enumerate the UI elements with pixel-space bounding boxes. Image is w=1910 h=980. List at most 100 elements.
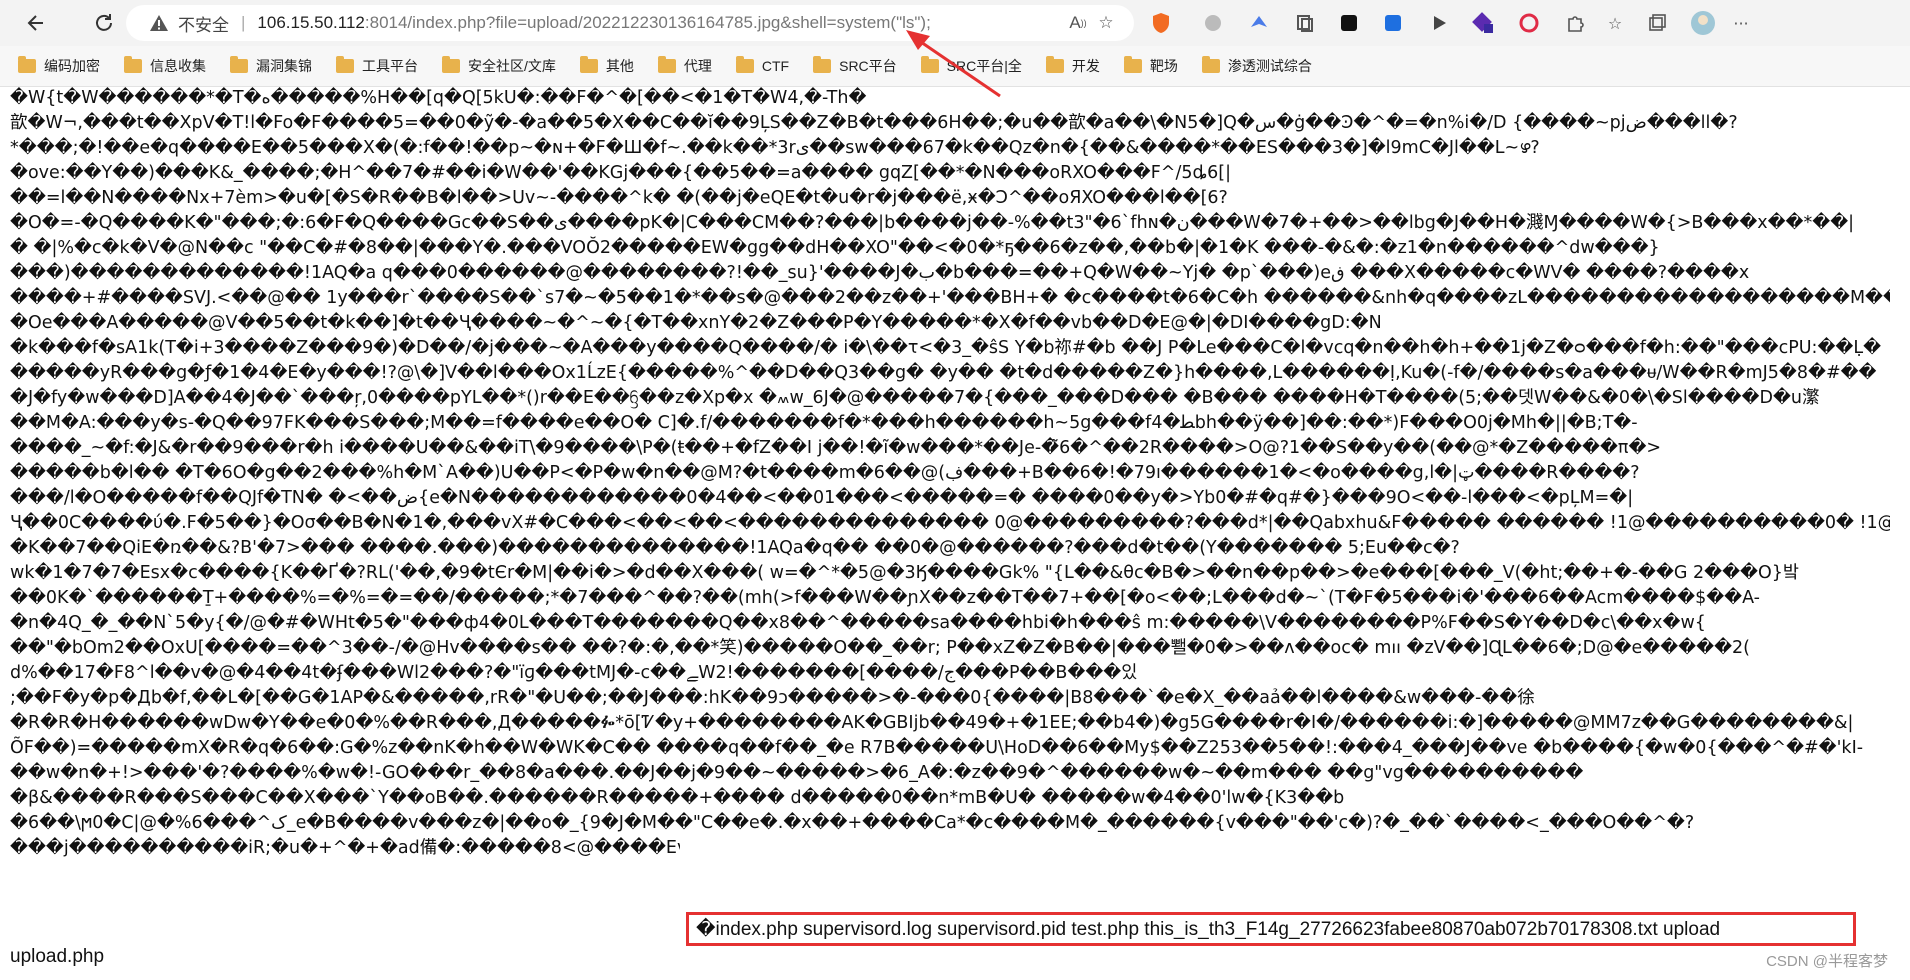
extension-gray-icon[interactable] (1198, 8, 1228, 38)
bookmark-label: 漏洞集锦 (256, 58, 312, 74)
output-line: �6��\ϻ0�C|@�%6���^ک_e�B����v���z�|��o�_{… (10, 813, 1695, 833)
output-line: �W{t�W������*�T�ه�����%H��[q�Q[5kU�:��F�… (10, 88, 867, 108)
bookmark-folder[interactable]: 靶场 (1123, 56, 1178, 76)
bookmark-label: 开发 (1071, 58, 1100, 74)
output-line: *���;�!��e�q����E��5���X�(�:ꬵ��!��p~�ɴ+�… (10, 138, 1540, 158)
address-bar[interactable]: 不安全 | 106.15.50.112:8014/index.php?file=… (126, 5, 1134, 41)
output-line: �O�=-�Q����K�"���;�:6�F�Q����Gc��S��ی���… (10, 213, 1855, 233)
read-aloud-icon[interactable]: A)) (1064, 9, 1092, 37)
black-extension-icon[interactable] (1334, 8, 1364, 38)
output-line: �ove:��Y��)���K&_����;�H^��7�#��i�W��'��… (10, 163, 1231, 183)
bookmark-label: 其他 (605, 58, 634, 74)
bookmark-label: 编码加密 (44, 58, 100, 74)
bookmark-label: SRC平台|全 (946, 58, 1022, 74)
brave-shield-icon[interactable] (1146, 8, 1176, 38)
folder-icon (1045, 56, 1064, 73)
output-line: ��0K�`������Ṯ+����%=�%=�=��/�����;*�7���… (10, 588, 1760, 608)
warning-icon (148, 12, 170, 34)
bookmark-folder[interactable]: CTF (735, 56, 790, 74)
folder-icon (1123, 56, 1142, 73)
ls-output-wrap: upload.php (10, 946, 105, 967)
output-line: ��=l��N����Nx+7èm>�u�[�S�R��B�l��>Uv~-��… (10, 188, 1228, 208)
output-line: ��w�n�+!>���'�?����%�w�!-GO���r_��8�a���… (10, 763, 1584, 783)
folder-icon (920, 56, 939, 73)
output-line: ����+#����SVJ.<��@�� 1y���r`����S��`s7�~… (10, 288, 1890, 308)
watermark: CSDN @半程客梦 (1766, 953, 1888, 970)
output-line: ÕF��)=�����mX�R�q�6��:G�%z��nK�h��W�WK�C… (10, 738, 1864, 758)
address-separator: | (241, 13, 246, 32)
output-line: ���)�������������!1AQ�a q���0������@����… (10, 263, 1750, 283)
output-line: �Oe���A�����@V��5��t�k��]�t��Ҷ����~�^~�{… (10, 313, 1382, 333)
bookmark-folder[interactable]: 代理 (657, 56, 712, 76)
bookmark-folder[interactable]: 工具平台 (336, 56, 418, 76)
output-line: �����yR���g�ƒ�1�4�E�y���!?@\�]V��l���Ox1… (10, 363, 1877, 383)
favorites-icon[interactable]: ☆ (1600, 8, 1630, 38)
bookmark-label: 工具平台 (362, 58, 418, 74)
play-extension-icon[interactable] (1424, 8, 1454, 38)
folder-icon (657, 56, 676, 73)
bookmark-folder[interactable]: 其他 (579, 56, 634, 76)
bookmark-label: 靶场 (1149, 58, 1178, 74)
output-line: 歆�W¬,���t��XpV�T!l�Fo�F����5=��0�ỹ�-�a��… (10, 113, 1738, 133)
output-line: �n�4Q_�_��N`5�y{�/@�#�WHt�5�"���ф4�0L���… (10, 613, 1706, 633)
bookmark-folder[interactable]: 漏洞集锦 (230, 56, 312, 76)
bird-extension-icon[interactable] (1244, 8, 1274, 38)
output-line: ;��F�y�p�Дb�f,��L�[��G�1AP�&�����,rR�"�U… (10, 688, 1535, 708)
reload-button[interactable] (84, 3, 124, 43)
back-arrow-icon (27, 15, 43, 31)
bookmark-label: SRC平台 (839, 58, 897, 74)
copy-extension-icon[interactable] (1290, 8, 1320, 38)
bookmark-label: CTF (761, 58, 790, 74)
output-line: �R�R�H������wDw�Y��e�0�%��R���,Д�����ᎊ*ō… (10, 713, 1854, 733)
profile-avatar-icon[interactable] (1688, 8, 1718, 38)
folder-icon (124, 56, 142, 73)
output-line: wk�1�7�7�Esx�c����{K��Ґ�?RL('��,�9�tЄr�M… (10, 563, 1800, 583)
folder-icon (735, 56, 754, 73)
bookmark-label: 渗透测试综合 (1227, 58, 1312, 74)
output-line: �β&����R���S���C��X���`Y��oB��.������R��… (10, 788, 1345, 808)
output-line: ����_~�f:�J&�r��9���r�h i����U��&��iT\�9… (10, 438, 1662, 458)
folder-icon (336, 56, 354, 73)
reload-icon (96, 14, 112, 31)
output-line: �k���f�sA1k(T�i+3����Z���9�)�D��/�j���~�… (10, 338, 1882, 358)
url-host: 106.15.50.112 (257, 13, 365, 32)
url-text: 106.15.50.112:8014/index.php?file=upload… (257, 13, 930, 33)
bookmark-folder[interactable]: 开发 (1045, 56, 1100, 76)
output-line: ���/l�O�����f��QJf�TN� �<��ض{e�N��������… (10, 488, 1634, 508)
add-favorite-icon[interactable]: ☆ (1092, 9, 1120, 37)
blue-extension-icon[interactable] (1378, 8, 1408, 38)
output-line: Ҷ��0C����ύ�.F�5��}�Oσ��B�N�1�,���vX#�C��… (10, 513, 1890, 533)
bookmarks-bar: 编码加密 信息收集 漏洞集锦 工具平台 安全社区/文库 其他 代理 CTF SR… (0, 46, 1910, 87)
ls-output: �index.php supervisord.log supervisord.p… (696, 919, 1721, 940)
folder-icon (1201, 56, 1220, 73)
bookmark-folder[interactable]: 渗透测试综合 (1201, 56, 1312, 76)
page-output: �W{t�W������*�T�ه�����%H��[q�Q[5kU�:��F�… (10, 86, 1890, 980)
output-line: ��M�A:���y�s-�Q��97FK���S���;M��=f����e�… (10, 413, 1638, 433)
folder-icon (18, 56, 36, 73)
output-line: ��"�bOm2��OxU[����=��^3��-/�@Hv����s�� �… (10, 638, 1750, 658)
output-line: � �|%�c�k�V�@N��c "��C�#�8��|���Y�.���VO… (10, 238, 1660, 258)
folder-icon (230, 56, 248, 73)
bookmark-folder[interactable]: 编码加密 (18, 56, 100, 76)
puzzle-extensions-icon[interactable] (1560, 8, 1590, 38)
bookmark-label: 代理 (683, 58, 712, 74)
output-line: d%��17�F8^l��v�@�4��4t�ʄ���Wl2���?�"ïɡ��… (10, 663, 1138, 683)
more-menu-icon[interactable]: ··· (1726, 8, 1756, 38)
output-line: �K��7��QiE�ռ��&?B'�7>��� ����.���)������… (10, 538, 1460, 558)
output-line: �J�fy�w���D]A��4�J��`���ŗ,0����pYL��*()r… (10, 388, 1820, 408)
collections-icon[interactable] (1642, 8, 1672, 38)
bookmark-label: 安全社区/文库 (468, 58, 556, 74)
browser-toolbar: 不安全 | 106.15.50.112:8014/index.php?file=… (0, 0, 1910, 46)
folder-icon (813, 56, 832, 73)
insecure-label: 不安全 (178, 15, 229, 35)
bookmark-label: 信息收集 (150, 58, 206, 74)
bookmark-folder[interactable]: 信息收集 (124, 56, 206, 76)
bookmark-folder[interactable]: SRC平台|全 (920, 56, 1022, 76)
output-line: �����b�l�� �T�6O�g��2���%h�M`A��)U��P<�P… (10, 463, 1640, 483)
red-circle-extension-icon[interactable] (1514, 8, 1544, 38)
purple-extension-icon[interactable] (1468, 8, 1498, 38)
bookmark-folder[interactable]: SRC平台 (813, 56, 897, 76)
bookmark-folder[interactable]: 安全社区/文库 (442, 56, 556, 76)
back-button[interactable] (16, 3, 56, 43)
output-line: ���j����������iR;�u�+^�+�ad備�:�����8<@��… (10, 838, 680, 858)
